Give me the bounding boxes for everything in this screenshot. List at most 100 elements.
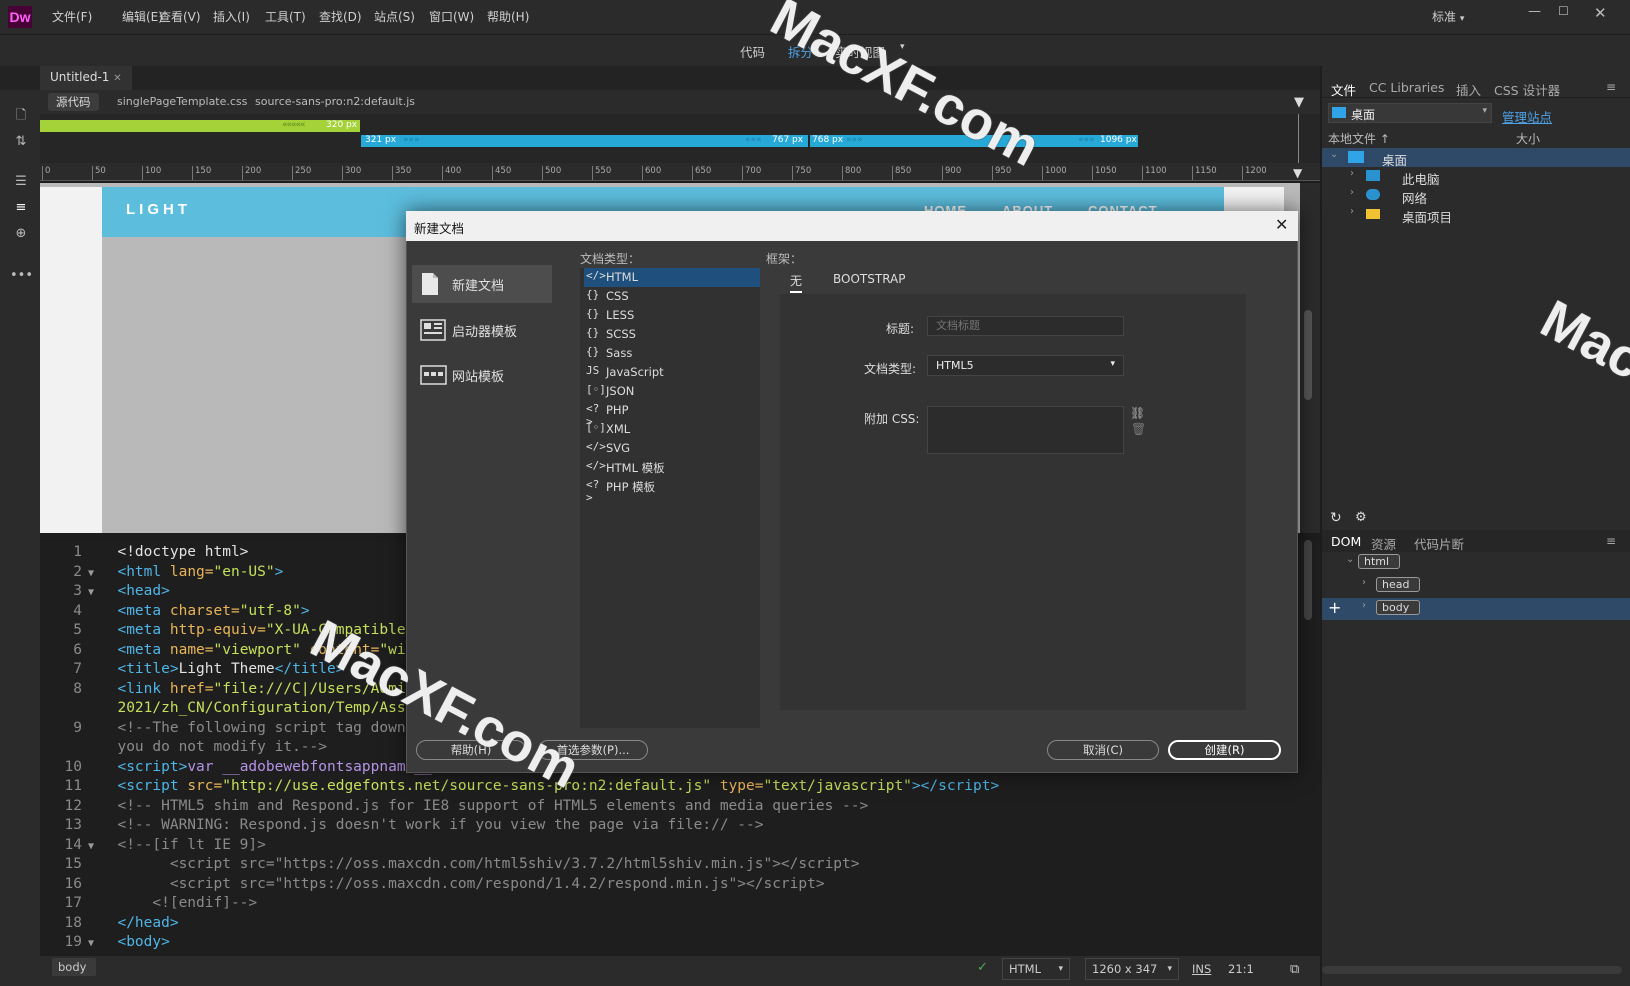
scrollbar-thumb[interactable] [1304,310,1312,400]
chevron-down-icon[interactable]: ⌄ [1330,149,1338,160]
doc-type-item[interactable]: </> SVG [584,439,760,458]
column-local-files[interactable]: 本地文件 ↑ [1328,130,1390,147]
panel-scrollbar[interactable] [1322,966,1622,974]
code-line[interactable]: 11 <script src="http://use.edgefonts.net… [40,777,1300,797]
related-file[interactable]: singlePageTemplate.css [117,95,247,108]
menu-item[interactable]: 文件(F) [52,8,92,25]
tag-selector[interactable]: body [52,958,97,976]
fold-toggle-icon[interactable]: ▼ [82,934,100,954]
tab-assets[interactable]: 资源 [1371,534,1396,553]
title-input[interactable] [927,316,1124,336]
preview-icon[interactable]: ⧉ [1290,962,1299,977]
trash-icon[interactable]: 🗑 [1131,422,1146,436]
tree-item-network[interactable]: › 网络 [1322,186,1630,206]
viewport-resize-handle[interactable]: ▼ [1293,166,1302,180]
doctype-select[interactable]: HTML5 ▾ [927,355,1124,376]
column-size[interactable]: 大小 [1516,130,1540,147]
doc-type-item[interactable]: <?> PHP [584,401,760,428]
more-icon[interactable]: ••• [10,268,33,288]
fold-toggle-icon[interactable]: ▼ [82,837,100,857]
code-scrollbar-thumb[interactable] [1304,540,1312,620]
menu-item[interactable]: 插入(I) [213,8,250,25]
mq-bar-max-320[interactable] [40,120,360,132]
panel-menu-icon[interactable]: ≡ [1606,534,1616,548]
add-element-icon[interactable]: + [1328,598,1341,617]
format-icon[interactable]: ☰ [10,174,32,194]
menu-item[interactable]: 站点(S) [374,8,415,25]
manage-sites-link[interactable]: 管理站点 [1502,107,1552,126]
document-type-select[interactable]: HTML ▾ [1002,958,1070,980]
view-code-button[interactable]: 代码 [740,42,765,61]
code-line[interactable]: 14 ▼ <!--[if lt IE 9]> [40,836,1300,856]
view-live-button[interactable]: 实时视图 [835,42,885,61]
help-button[interactable]: 帮助(H) [416,740,526,760]
connect-icon[interactable]: ⚙ [1355,510,1367,525]
window-size-select[interactable]: 1260 x 347 ▾ [1085,958,1179,980]
related-file[interactable]: source-sans-pro:n2:default.js [255,95,415,108]
chevron-right-icon[interactable]: › [1362,577,1366,588]
filter-icon[interactable]: ▼ [1294,95,1304,110]
live-page-logo[interactable]: LIGHT [126,201,191,218]
code-line[interactable]: 13 <!-- WARNING: Respond.js doesn't work… [40,816,1300,836]
doc-type-item[interactable]: {} CSS [584,287,760,306]
link-icon[interactable]: ⛓ [1130,406,1145,420]
doc-type-item[interactable]: {} SCSS [584,325,760,344]
code-line[interactable]: 12 <!-- HTML5 shim and Respond.js for IE… [40,797,1300,817]
doc-type-item[interactable]: </> HTML 模板 [584,458,760,477]
doc-type-item[interactable]: {} LESS [584,306,760,325]
tab-cc-libraries[interactable]: CC Libraries [1369,80,1444,95]
document-tab[interactable]: Untitled-1 ✕ [40,66,132,90]
category-new-document[interactable]: 新建文档 [412,265,552,303]
chevron-right-icon[interactable]: › [1362,600,1366,611]
site-location-select[interactable]: 桌面 ▾ [1328,103,1492,123]
chevron-down-icon[interactable]: ▾ [900,42,905,52]
chevron-down-icon[interactable]: ⌄ [1346,554,1354,565]
menu-item[interactable]: 查看(V) [159,8,201,25]
view-split-button[interactable]: 拆分 [788,42,813,61]
tab-framework-none[interactable]: 无 [790,272,803,293]
menu-item[interactable]: 编辑(E) [122,8,163,25]
dom-node-head[interactable]: › head [1322,576,1630,596]
maximize-icon[interactable]: ☐ [1558,4,1569,18]
fold-toggle-icon[interactable]: ▼ [82,564,100,584]
code-line[interactable]: 17 <![endif]--> [40,894,1300,914]
code-line[interactable]: 16 <script src="https://oss.maxcdn.com/r… [40,875,1300,895]
doc-type-item[interactable]: {} Sass [584,344,760,363]
sort-icon[interactable]: ⇅ [10,134,32,154]
mq-bar-321-767[interactable] [361,135,808,147]
menu-item[interactable]: 窗口(W) [429,8,474,25]
doc-type-item[interactable]: JS JavaScript [584,363,760,382]
file-icon[interactable]: 🗋 [10,106,32,126]
source-code-button[interactable]: 源代码 [48,93,99,111]
tree-item-desktop[interactable]: ⌄ 桌面 [1322,148,1630,168]
menu-item[interactable]: 工具(T) [265,8,306,25]
tab-framework-bootstrap[interactable]: BOOTSTRAP [833,272,906,286]
refresh-icon[interactable]: ↻ [1330,510,1342,526]
dom-node-html[interactable]: ⌄ html [1322,553,1630,573]
panel-menu-icon[interactable]: ≡ [1606,80,1616,94]
category-starter-templates[interactable]: 启动器模板 [412,311,552,349]
dom-outline-icon[interactable]: ≡ [10,200,32,220]
minimize-icon[interactable]: — [1528,4,1541,19]
fold-toggle-icon[interactable]: ▼ [82,583,100,603]
doc-type-item[interactable]: [◦] XML [584,420,760,439]
close-icon[interactable]: ✕ [1594,4,1607,22]
tree-item-desktop-items[interactable]: › 桌面项目 [1322,205,1630,225]
category-site-templates[interactable]: 网站模板 [412,356,552,394]
doc-type-item[interactable]: </> HTML [584,268,760,287]
dom-node-body[interactable]: + › body [1322,598,1630,620]
create-button[interactable]: 创建(R) [1168,740,1281,760]
tab-css-designer[interactable]: CSS 设计器 [1494,80,1560,99]
tab-snippets[interactable]: 代码片断 [1414,534,1464,553]
menu-item[interactable]: 帮助(H) [487,8,529,25]
doc-type-item[interactable]: <?> PHP 模板 [584,477,760,504]
code-line[interactable]: 15 <script src="https://oss.maxcdn.com/h… [40,855,1300,875]
cancel-button[interactable]: 取消(C) [1047,740,1159,760]
close-icon[interactable]: ✕ [113,73,121,84]
chevron-right-icon[interactable]: › [1350,206,1354,217]
chevron-right-icon[interactable]: › [1350,187,1354,198]
tab-insert[interactable]: 插入 [1456,80,1481,99]
close-icon[interactable]: ✕ [1275,215,1288,234]
tab-files[interactable]: 文件 [1331,80,1356,99]
attach-css-list[interactable] [927,406,1124,454]
